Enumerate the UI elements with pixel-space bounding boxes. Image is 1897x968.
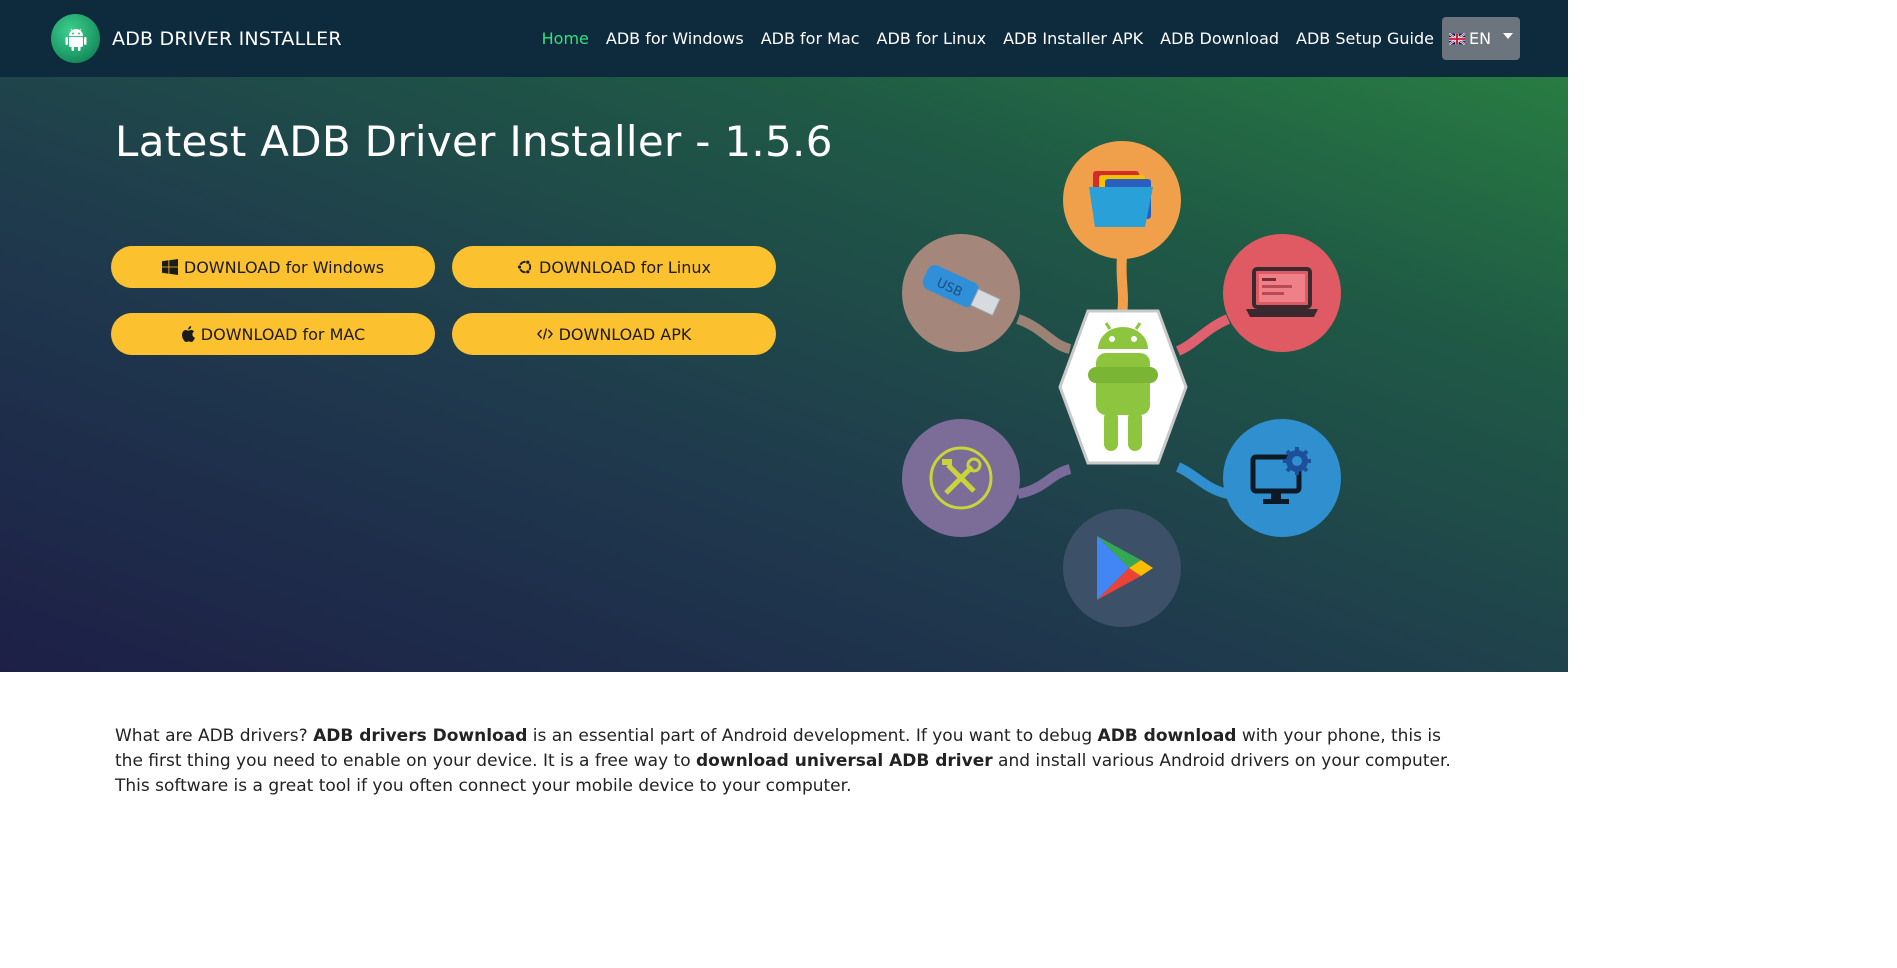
brand-name: ADB DRIVER INSTALLER bbox=[112, 27, 342, 50]
tools-icon bbox=[929, 446, 993, 510]
intro-bold-adb-drivers-download: ADB drivers Download bbox=[313, 726, 528, 746]
tools-circle bbox=[902, 419, 1020, 537]
android-circle bbox=[1065, 309, 1181, 465]
apple-icon bbox=[181, 326, 195, 342]
brand[interactable]: ADB DRIVER INSTALLER bbox=[51, 14, 342, 63]
language-dropdown[interactable]: EN bbox=[1442, 17, 1520, 60]
monitor-gear-icon bbox=[1250, 447, 1311, 504]
intro-bold-universal-driver: download universal ADB driver bbox=[696, 751, 993, 771]
nav-adb-for-mac[interactable]: ADB for Mac bbox=[761, 29, 860, 48]
intro-paragraph: What are ADB drivers? ADB drivers Downlo… bbox=[115, 724, 1455, 799]
intro-text-1: What are ADB drivers? bbox=[115, 726, 314, 746]
nav-links: Home ADB for Windows ADB for Mac ADB for… bbox=[525, 0, 1434, 77]
android-icon bbox=[51, 14, 100, 63]
download-windows-button[interactable]: DOWNLOAD for Windows bbox=[111, 246, 435, 288]
nav-adb-setup-guide[interactable]: ADB Setup Guide bbox=[1296, 29, 1434, 48]
download-mac-label: DOWNLOAD for MAC bbox=[200, 324, 366, 344]
intro-bold-adb-download: ADB download bbox=[1097, 726, 1237, 746]
nav-adb-installer-apk[interactable]: ADB Installer APK bbox=[1003, 29, 1143, 48]
settings-circle bbox=[1223, 419, 1341, 537]
download-apk-label: DOWNLOAD APK bbox=[558, 324, 692, 344]
intro-text-2: is an essential part of Android developm… bbox=[527, 726, 1098, 746]
folder-icon bbox=[1089, 171, 1153, 227]
top-navbar: ADB DRIVER INSTALLER Home ADB for Window… bbox=[0, 0, 1568, 77]
play-store-icon bbox=[1097, 536, 1153, 600]
uk-flag-icon bbox=[1448, 32, 1465, 45]
windows-icon bbox=[161, 259, 178, 275]
usb-circle: USB bbox=[902, 234, 1020, 352]
nav-adb-for-linux[interactable]: ADB for Linux bbox=[877, 29, 987, 48]
language-label: EN bbox=[1468, 29, 1492, 48]
nav-adb-for-windows[interactable]: ADB for Windows bbox=[606, 29, 744, 48]
laptop-icon bbox=[1246, 267, 1318, 317]
nav-adb-download[interactable]: ADB Download bbox=[1160, 29, 1279, 48]
nav-home[interactable]: Home bbox=[542, 29, 589, 48]
folder-circle bbox=[1063, 141, 1181, 259]
hero-section: Latest ADB Driver Installer - 1.5.6 DOWN… bbox=[0, 77, 1568, 672]
download-mac-button[interactable]: DOWNLOAD for MAC bbox=[111, 313, 435, 355]
download-linux-button[interactable]: DOWNLOAD for Linux bbox=[452, 246, 776, 288]
code-icon bbox=[536, 328, 553, 340]
download-apk-button[interactable]: DOWNLOAD APK bbox=[452, 313, 776, 355]
android-robot-icon bbox=[1088, 322, 1158, 451]
download-linux-label: DOWNLOAD for Linux bbox=[539, 257, 711, 277]
laptop-circle bbox=[1223, 234, 1341, 352]
play-store-circle bbox=[1063, 509, 1181, 627]
download-windows-label: DOWNLOAD for Windows bbox=[183, 257, 385, 277]
ubuntu-icon bbox=[517, 259, 532, 275]
chevron-down-icon bbox=[1503, 32, 1514, 39]
usb-stick-icon: USB bbox=[922, 265, 1001, 317]
hero-title: Latest ADB Driver Installer - 1.5.6 bbox=[115, 117, 833, 166]
adb-features-illustration: USB bbox=[900, 139, 1345, 634]
